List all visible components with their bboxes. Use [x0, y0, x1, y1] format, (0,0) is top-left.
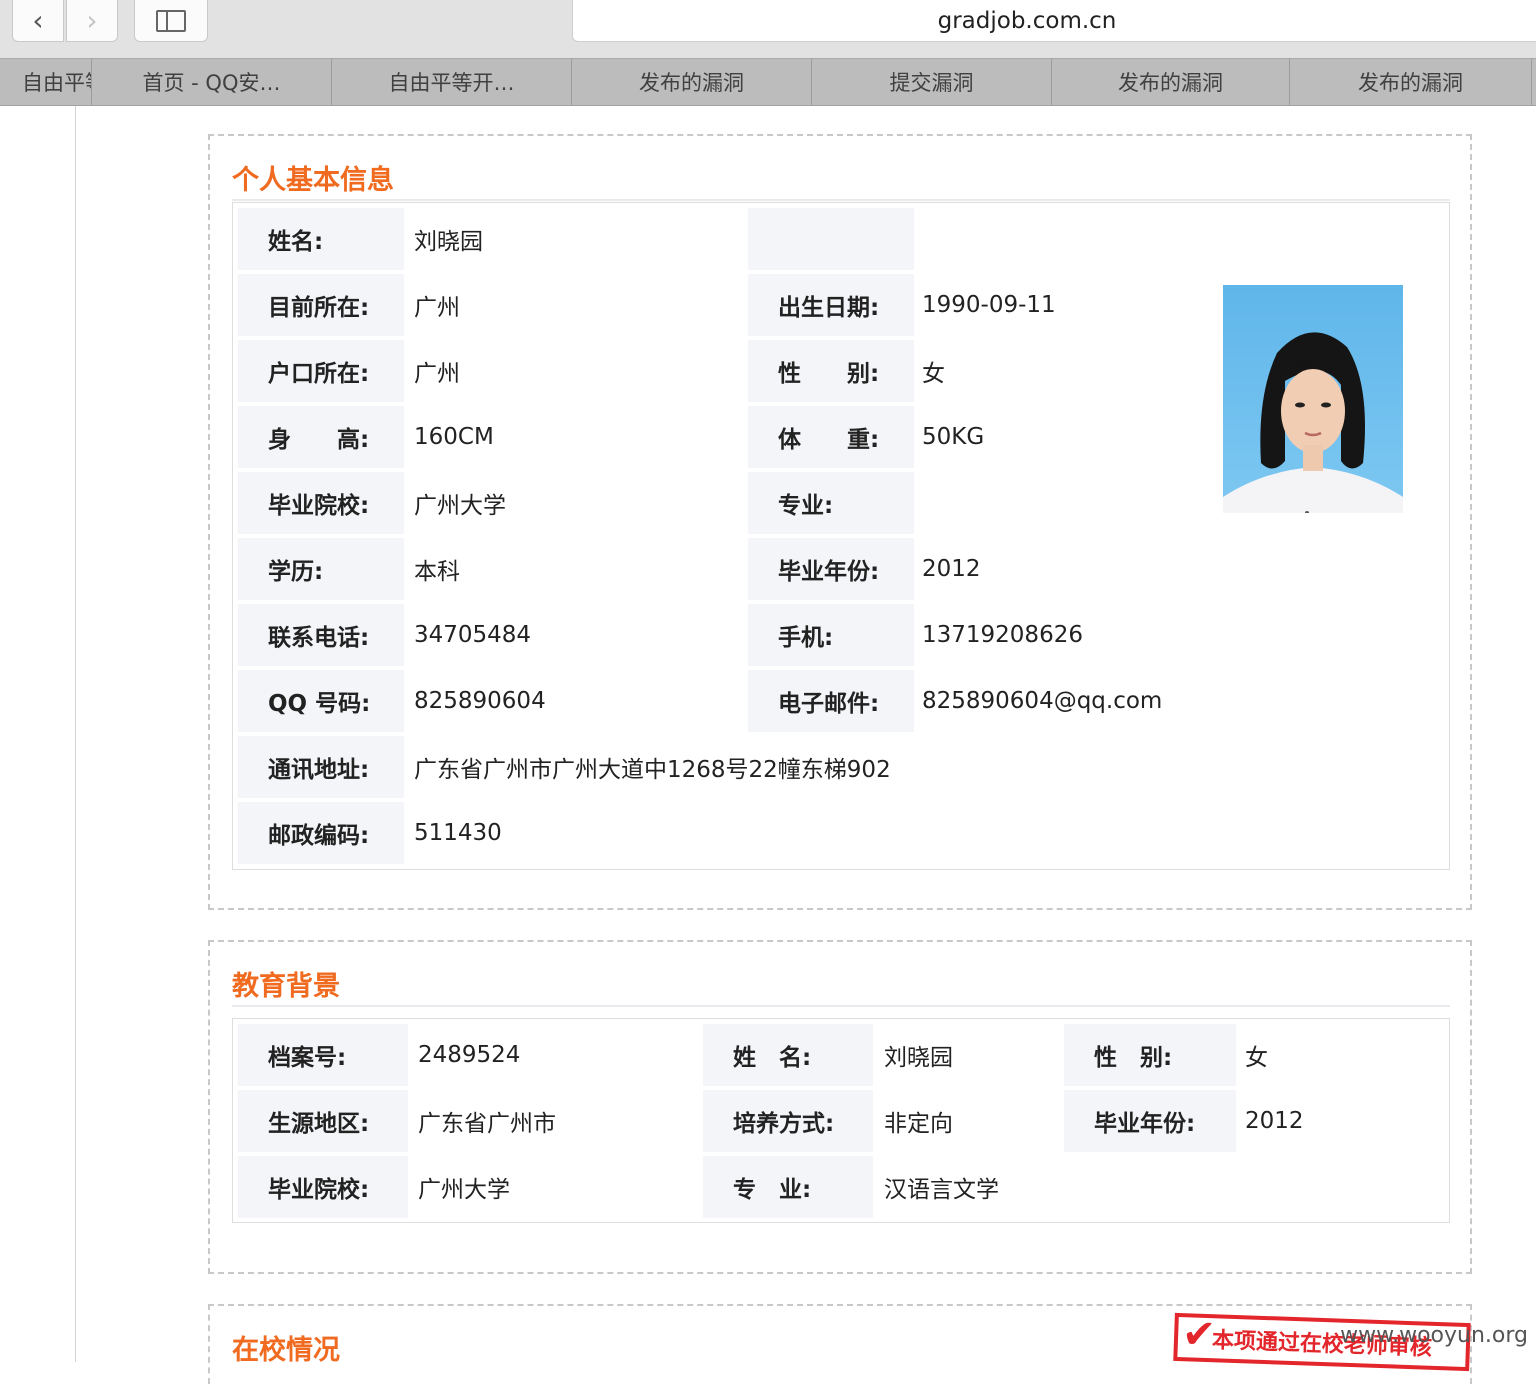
value-school: 广州大学	[414, 472, 744, 534]
label-email: 电子邮件:	[748, 670, 914, 732]
label-grad-year: 毕业年份:	[748, 538, 914, 600]
value-qq: 825890604	[414, 670, 744, 732]
label-edu-grad-year: 毕业年份:	[1064, 1090, 1236, 1152]
label-postcode: 邮政编码:	[238, 802, 404, 864]
value-edu-major: 汉语言文学	[884, 1156, 1124, 1218]
value-training-mode: 非定向	[884, 1090, 1064, 1152]
label-phone: 联系电话:	[238, 604, 404, 666]
tab-bar: 自由平等开… 首页 - QQ安… 自由平等开… 发布的漏洞 提交漏洞 发布的漏洞…	[0, 58, 1536, 106]
tab-7[interactable]: 发布的漏洞	[1290, 59, 1532, 105]
value-address: 广东省广州市广州大道中1268号22幢东梯902	[414, 736, 1114, 798]
label-edu-gender: 性 别:	[1064, 1024, 1236, 1086]
tab-2[interactable]: 首页 - QQ安…	[92, 59, 332, 105]
label-hukou: 户口所在:	[238, 340, 404, 402]
label-address: 通讯地址:	[238, 736, 404, 798]
label-file-no: 档案号:	[238, 1024, 408, 1086]
value-phone: 34705484	[414, 604, 744, 666]
title-divider	[232, 1005, 1450, 1007]
education-table: 档案号: 2489524 姓 名: 刘晓园 性 别: 女 生源地区: 广东省广州…	[232, 1018, 1450, 1223]
value-mobile: 13719208626	[922, 604, 1222, 666]
chevron-left-icon: ‹	[32, 4, 43, 37]
tab-3[interactable]: 自由平等开…	[332, 59, 572, 105]
sidebar-toggle-button[interactable]	[134, 0, 208, 42]
value-origin: 广东省广州市	[418, 1090, 698, 1152]
back-button[interactable]: ‹	[12, 0, 64, 42]
section-title: 在校情况	[232, 1328, 340, 1367]
label-edu-school: 毕业院校:	[238, 1156, 408, 1218]
tab-1[interactable]: 自由平等开…	[0, 59, 92, 105]
watermark: www.wooyun.org	[1340, 1323, 1528, 1348]
value-edu-name: 刘晓园	[884, 1024, 1064, 1086]
section-title: 个人基本信息	[232, 158, 394, 197]
label-edu-name: 姓 名:	[703, 1024, 873, 1086]
label-qq: QQ 号码:	[238, 670, 404, 732]
id-photo	[1223, 285, 1403, 513]
basic-info-section: 个人基本信息 姓名: 刘晓园 目前所在: 广州 出生日期: 1990-09-11…	[208, 134, 1472, 910]
value-file-no: 2489524	[418, 1024, 698, 1086]
value-weight: 50KG	[922, 406, 1222, 468]
value-grad-year: 2012	[922, 538, 1222, 600]
value-birth-date: 1990-09-11	[922, 274, 1222, 336]
value-edu-gender: 女	[1245, 1024, 1425, 1086]
tab-4[interactable]: 发布的漏洞	[572, 59, 812, 105]
label-mobile: 手机:	[748, 604, 914, 666]
label-school: 毕业院校:	[238, 472, 404, 534]
label-birth-date: 出生日期:	[748, 274, 914, 336]
label-current-location: 目前所在:	[238, 274, 404, 336]
value-gender: 女	[922, 340, 1222, 402]
section-title: 教育背景	[232, 964, 340, 1003]
forward-button[interactable]: ›	[66, 0, 118, 42]
value-postcode: 511430	[414, 802, 744, 864]
url-text: gradjob.com.cn	[938, 8, 1117, 34]
label-gender: 性 别:	[748, 340, 914, 402]
value-hukou: 广州	[414, 340, 744, 402]
value-degree: 本科	[414, 538, 744, 600]
check-icon: ✔	[1181, 1313, 1216, 1358]
label-training-mode: 培养方式:	[703, 1090, 873, 1152]
label-weight: 体 重:	[748, 406, 914, 468]
value-major	[922, 472, 1222, 534]
chevron-right-icon: ›	[86, 4, 97, 37]
value-name: 刘晓园	[414, 208, 744, 270]
value-current-location: 广州	[414, 274, 744, 336]
education-section: 教育背景 档案号: 2489524 姓 名: 刘晓园 性 别: 女 生源地区: …	[208, 940, 1472, 1274]
browser-toolbar: ‹ › gradjob.com.cn	[0, 0, 1536, 58]
value-email: 825890604@qq.com	[922, 670, 1252, 732]
value-edu-grad-year: 2012	[1245, 1090, 1425, 1152]
label-edu-major: 专 业:	[703, 1156, 873, 1218]
sidebar-icon	[156, 10, 186, 32]
label-height: 身 高:	[238, 406, 404, 468]
label-major: 专业:	[748, 472, 914, 534]
label-origin: 生源地区:	[238, 1090, 408, 1152]
value-edu-school: 广州大学	[418, 1156, 698, 1218]
label-degree: 学历:	[238, 538, 404, 600]
tab-6[interactable]: 发布的漏洞	[1052, 59, 1290, 105]
tab-5[interactable]: 提交漏洞	[812, 59, 1052, 105]
basic-info-table: 姓名: 刘晓园 目前所在: 广州 出生日期: 1990-09-11 户口所在: …	[232, 202, 1450, 870]
label-name: 姓名:	[238, 208, 404, 270]
address-bar[interactable]: gradjob.com.cn	[572, 0, 1536, 42]
page-left-border	[75, 106, 76, 1362]
label-empty	[748, 208, 914, 270]
value-height: 160CM	[414, 406, 744, 468]
title-divider	[232, 199, 1450, 201]
